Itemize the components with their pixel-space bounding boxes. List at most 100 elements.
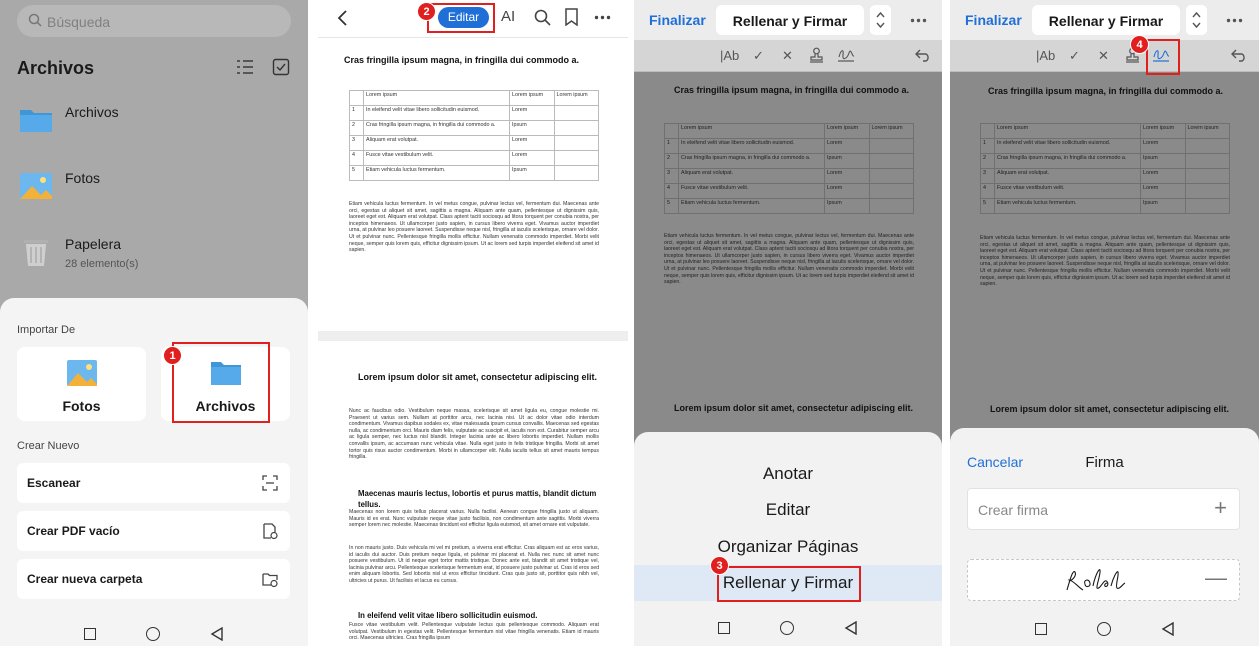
new-folder-button[interactable]: Crear nueva carpeta [17, 559, 290, 599]
table-cell [553, 135, 599, 151]
mode-selector[interactable]: Rellenar y Firmar [1032, 5, 1180, 35]
saved-signature[interactable]: — [967, 559, 1240, 601]
step-highlight [427, 3, 495, 33]
step-badge: 1 [163, 346, 182, 365]
step-badge: 4 [1130, 35, 1149, 54]
back-button[interactable] [210, 627, 224, 641]
table-row: 3 Aliquam erat volutpat. Lorem [349, 135, 599, 151]
cross-tool-icon[interactable]: ✕ [1098, 48, 1109, 64]
back-button[interactable] [844, 621, 858, 635]
recents-button[interactable] [84, 628, 96, 640]
more-options-icon[interactable] [910, 18, 927, 23]
import-photos-button[interactable]: Fotos [17, 347, 146, 421]
table-cell [349, 90, 364, 106]
fill-sign-toolbar: |Ab ✓ ✕ [634, 40, 942, 72]
file-row-archivos[interactable]: Archivos [17, 102, 297, 152]
create-signature-button[interactable]: Crear firma + [967, 488, 1240, 530]
finalize-button[interactable]: Finalizar [649, 12, 706, 28]
mode-label: Rellenar y Firmar [732, 13, 848, 29]
doc-paragraph: Fusce vitae vestibulum velit. Pellentesq… [349, 622, 599, 642]
menu-item-editar[interactable]: Editar [634, 492, 942, 528]
table-cell [868, 153, 914, 169]
table-cell: Fusce vitae vestibulum velit. [994, 183, 1141, 199]
doc-paragraph: Etiam vehicula luctus fermentum. In vel … [664, 233, 914, 286]
cross-tool-icon[interactable]: ✕ [782, 48, 793, 64]
new-pdf-button[interactable]: Crear PDF vacío [17, 511, 290, 551]
text-tool-icon[interactable]: |Ab [1036, 48, 1055, 63]
home-button[interactable] [1096, 622, 1111, 636]
stamp-tool-icon[interactable] [809, 47, 824, 63]
table-cell: Lorem ipsum [363, 90, 510, 106]
document-page-1: Cras fringilla ipsum magna, in fringilla… [318, 39, 628, 331]
undo-icon[interactable] [915, 48, 931, 62]
table-cell: Etiam vehicula luctus fermentum. [678, 198, 825, 214]
search-icon[interactable] [534, 9, 551, 26]
table-cell: In eleifend velit vitae libero sollicitu… [363, 105, 510, 121]
table-cell [553, 120, 599, 136]
more-options-icon[interactable] [594, 15, 611, 20]
back-arrow-icon[interactable] [336, 9, 348, 27]
table-cell: Ipsum [509, 165, 555, 181]
signature-tool-icon[interactable] [837, 47, 855, 63]
menu-item-anotar[interactable]: Anotar [634, 456, 942, 492]
doc-paragraph: In non mauris justo. Duis vehicula mi ve… [349, 545, 599, 584]
table-row: 1 In eleifend velit vitae libero sollicit… [664, 138, 914, 154]
table-cell: In eleifend velit vitae libero sollicitu… [678, 138, 825, 154]
ai-button[interactable]: AI [501, 8, 515, 25]
table-cell: Lorem [824, 138, 870, 154]
mode-chevron-button[interactable] [1186, 5, 1207, 35]
doc-heading: Cras fringilla ipsum magna, in fringilla… [988, 86, 1224, 96]
undo-icon[interactable] [1231, 48, 1247, 62]
search-icon [28, 13, 42, 27]
step-badge: 3 [710, 556, 729, 575]
home-button[interactable] [146, 627, 160, 641]
table-cell: 4 [664, 183, 679, 199]
recents-button[interactable] [718, 622, 730, 634]
table-cell: Lorem [824, 168, 870, 184]
list-view-icon[interactable] [236, 58, 254, 76]
document-viewer: Editar AI Cras fringilla ipsum magna, in… [318, 0, 628, 646]
document-page: Cras fringilla ipsum magna, in fringilla… [964, 73, 1244, 414]
search-bar[interactable]: Búsqueda [17, 5, 291, 37]
doc-paragraph: Maecenas non lorem quis tellus placerat … [349, 509, 599, 529]
file-row-papelera[interactable]: Papelera 28 elemento(s) [17, 234, 297, 284]
mode-toolbar: Finalizar Rellenar y Firmar [950, 0, 1259, 40]
doc-heading: Lorem ipsum dolor sit amet, consectetur … [358, 372, 598, 382]
mode-selector[interactable]: Rellenar y Firmar [716, 5, 864, 35]
select-checkbox-icon[interactable] [272, 58, 290, 76]
menu-item-organizar[interactable]: Organizar Páginas [634, 529, 942, 565]
table-cell: Lorem [1140, 138, 1186, 154]
doc-heading: Lorem ipsum dolor sit amet, consectetur … [674, 403, 914, 413]
table-cell: Ipsum [1140, 153, 1186, 169]
import-section-label: Importar De [17, 324, 76, 336]
file-row-fotos[interactable]: Fotos [17, 168, 297, 218]
table-cell [980, 123, 995, 139]
home-button[interactable] [780, 621, 794, 635]
table-cell: Lorem [509, 135, 555, 151]
mode-chevron-button[interactable] [870, 5, 891, 35]
new-pdf-icon [263, 523, 278, 539]
scan-button[interactable]: Escanear [17, 463, 290, 503]
text-tool-icon[interactable]: |Ab [720, 48, 739, 63]
table-cell: Etiam vehicula luctus fermentum. [994, 198, 1141, 214]
finalize-button[interactable]: Finalizar [965, 12, 1022, 28]
back-button[interactable] [1161, 622, 1175, 636]
checkmark-tool-icon[interactable]: ✓ [753, 48, 764, 64]
file-name: Fotos [65, 170, 101, 186]
table-cell [553, 105, 599, 121]
doc-heading: Maecenas mauris lectus, lobortis et puru… [358, 489, 597, 509]
more-options-icon[interactable] [1226, 18, 1243, 23]
recents-button[interactable] [1034, 623, 1047, 635]
table-row: 4 Fusce vitae vestibulum velit. Lorem [980, 183, 1230, 199]
table-row: 5 Etiam vehicula luctus fermentum. Ipsum [349, 165, 599, 181]
checkmark-tool-icon[interactable]: ✓ [1069, 48, 1080, 64]
table-cell [868, 138, 914, 154]
table-cell: Lorem ipsum [553, 90, 599, 106]
remove-signature-icon[interactable]: — [1205, 565, 1227, 591]
mode-toolbar: Finalizar Rellenar y Firmar [634, 0, 942, 40]
table-cell [1184, 198, 1230, 214]
panel-divider [942, 0, 950, 646]
table-cell: Lorem [509, 150, 555, 166]
new-pdf-label: Crear PDF vacío [27, 524, 120, 538]
bookmark-icon[interactable] [564, 8, 579, 26]
